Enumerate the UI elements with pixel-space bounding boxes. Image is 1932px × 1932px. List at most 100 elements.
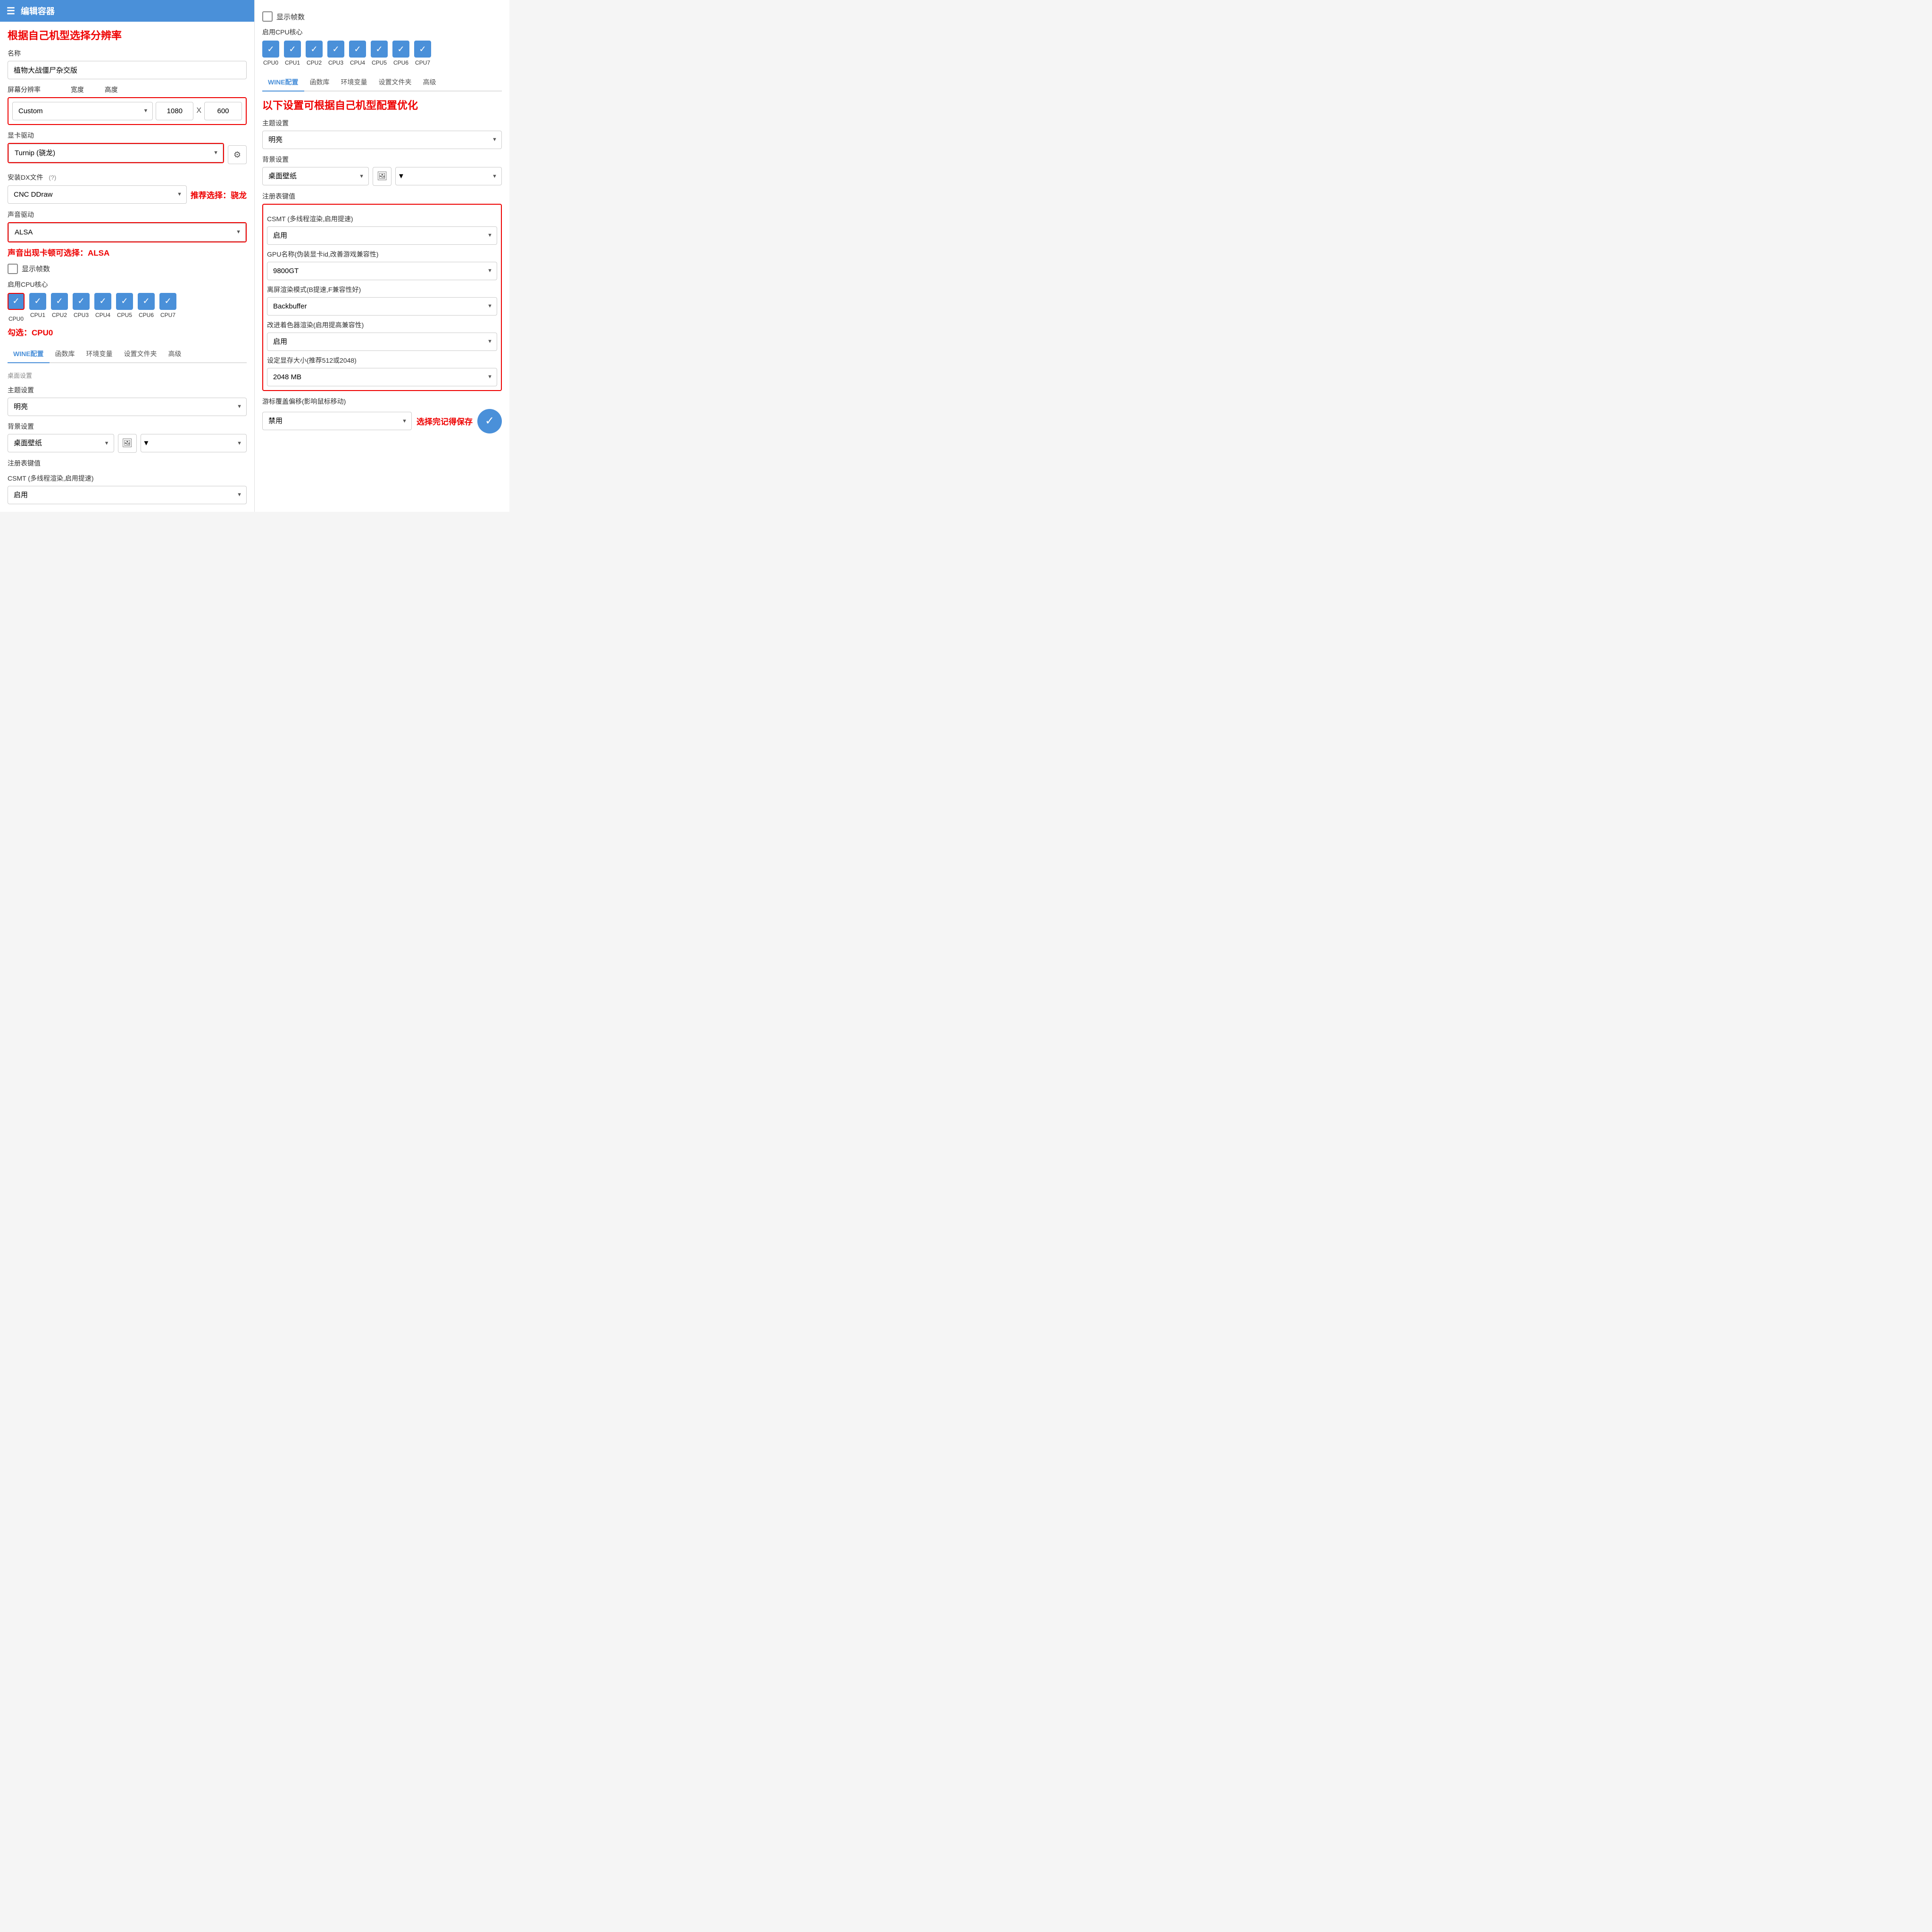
right-cpu-item-1: ✓ CPU1 (284, 41, 301, 66)
audio-label: 声音驱动 (8, 210, 247, 219)
right-tabs-row: WINE配置 函数库 环境变量 设置文件夹 高级 (262, 74, 502, 92)
width-input[interactable] (156, 102, 193, 120)
left-theme-select-wrapper: 明亮 暗黑 (8, 398, 247, 416)
right-cpu-item-3: ✓ CPU3 (327, 41, 344, 66)
cpu-item-6: ✓ CPU6 (138, 293, 155, 322)
right-shader-label: 改进着色器渲染(启用提高兼容性) (267, 320, 497, 330)
resolution-select-wrapper: Custom 1920x1080 1280x720 (12, 102, 153, 120)
show-fps-checkbox[interactable] (8, 264, 18, 274)
gpu-settings-button[interactable]: ⚙ (228, 145, 247, 164)
save-button[interactable]: ✓ (477, 409, 502, 433)
cpu1-checkbox[interactable]: ✓ (29, 293, 46, 310)
gpu-label: 显卡驱动 (8, 131, 247, 140)
right-cpu-item-0: ✓ CPU0 (262, 41, 279, 66)
cursor-annotation: 选择完记得保存 (416, 415, 473, 427)
cpu-label: 启用CPU核心 (8, 280, 247, 289)
right-cpu0-checkbox[interactable]: ✓ (262, 41, 279, 58)
tab-advanced-left[interactable]: 高级 (163, 345, 187, 363)
cpu2-checkbox[interactable]: ✓ (51, 293, 68, 310)
right-csmt-select[interactable]: 启用 禁用 (267, 226, 497, 245)
right-panel: 显示帧数 启用CPU核心 ✓ CPU0 ✓ CPU1 ✓ CPU2 ✓ CPU3… (255, 0, 509, 512)
right-bg-row: 桌面壁纸 🖼 ▼ (262, 167, 502, 186)
right-shader-select[interactable]: 启用 禁用 (267, 333, 497, 351)
cpu4-checkbox[interactable]: ✓ (94, 293, 111, 310)
cpu7-label: CPU7 (160, 312, 175, 318)
right-cursor-label: 游标覆盖偏移(影响鼠标移动) (262, 397, 502, 406)
cpu-item-7: ✓ CPU7 (159, 293, 176, 322)
name-input[interactable] (8, 61, 247, 79)
cpu2-label: CPU2 (52, 312, 67, 318)
cpu0-label: CPU0 (8, 316, 24, 322)
right-bg-select[interactable]: 桌面壁纸 (262, 167, 369, 185)
cpu-grid: ✓ CPU0 ✓ CPU1 ✓ CPU2 ✓ CPU3 ✓ CPU4 ✓ CPU… (8, 293, 247, 322)
left-bg-image-button[interactable]: 🖼 (118, 434, 137, 453)
right-cursor-select[interactable]: 禁用 启用 (262, 412, 412, 430)
right-bg-extra-select[interactable]: ▼ (395, 167, 502, 185)
tab-wine-config-left[interactable]: WINE配置 (8, 345, 50, 363)
right-vram-select[interactable]: 2048 MB 512 MB 1024 MB (267, 368, 497, 386)
right-offscreen-select-wrapper: Backbuffer FBO (267, 297, 497, 316)
cpu4-label: CPU4 (95, 312, 110, 318)
tab-advanced-right[interactable]: 高级 (417, 74, 442, 92)
name-label: 名称 (8, 49, 247, 58)
right-bg-image-button[interactable]: 🖼 (373, 167, 391, 186)
left-bg-extra-select[interactable]: ▼ (141, 434, 247, 452)
cpu3-checkbox[interactable]: ✓ (73, 293, 90, 310)
dx-select-wrapper: CNC DDraw D3D (8, 185, 187, 204)
right-cpu5-checkbox[interactable]: ✓ (371, 41, 388, 58)
height-input[interactable] (204, 102, 242, 120)
left-bg-extra-select-wrapper: ▼ (141, 434, 247, 452)
left-bg-label: 背景设置 (8, 422, 247, 431)
left-panel: ☰ 编辑容器 根据自己机型选择分辨率 名称 屏幕分辨率 宽度 高度 Custom… (0, 0, 255, 512)
right-cpu1-label: CPU1 (285, 59, 300, 66)
tab-folder-right[interactable]: 设置文件夹 (373, 74, 417, 92)
right-offscreen-label: 离屏渲染模式(B提速,F兼容性好) (267, 285, 497, 294)
left-theme-select[interactable]: 明亮 暗黑 (8, 398, 247, 416)
tab-wine-config-right[interactable]: WINE配置 (262, 74, 304, 92)
right-cpu4-checkbox[interactable]: ✓ (349, 41, 366, 58)
tab-functions-left[interactable]: 函数库 (50, 345, 81, 363)
x-separator: X (196, 107, 201, 115)
right-cpu7-checkbox[interactable]: ✓ (414, 41, 431, 58)
audio-select-wrapper: ALSA PulseAudio (8, 223, 246, 242)
right-cpu4-label: CPU4 (350, 59, 365, 66)
right-shader-select-wrapper: 启用 禁用 (267, 333, 497, 351)
left-csmt-select[interactable]: 启用 禁用 (8, 486, 247, 504)
cpu6-checkbox[interactable]: ✓ (138, 293, 155, 310)
cursor-row: 禁用 启用 选择完记得保存 ✓ (262, 409, 502, 433)
menu-icon[interactable]: ☰ (7, 5, 15, 17)
right-cpu2-checkbox[interactable]: ✓ (306, 41, 323, 58)
right-cpu3-checkbox[interactable]: ✓ (327, 41, 344, 58)
tab-functions-right[interactable]: 函数库 (304, 74, 335, 92)
gpu-select[interactable]: Turnip (骁龙) Virgl 软件渲染 (8, 144, 223, 162)
left-bg-row: 桌面壁纸 🖼 ▼ (8, 434, 247, 453)
left-bg-select[interactable]: 桌面壁纸 (8, 434, 114, 452)
gpu-row: Turnip (骁龙) Virgl 软件渲染 ⚙ (8, 143, 247, 167)
right-bg-select-wrapper: 桌面壁纸 (262, 167, 369, 185)
right-offscreen-select[interactable]: Backbuffer FBO (267, 297, 497, 316)
tab-folder-left[interactable]: 设置文件夹 (118, 345, 163, 363)
right-theme-select[interactable]: 明亮 暗黑 (262, 131, 502, 149)
left-csmt-label: CSMT (多线程渲染,启用提速) (8, 474, 247, 483)
audio-highlighted: ALSA PulseAudio (8, 222, 247, 242)
dx-select[interactable]: CNC DDraw D3D (8, 185, 187, 204)
cpu-item-5: ✓ CPU5 (116, 293, 133, 322)
right-cpu6-checkbox[interactable]: ✓ (392, 41, 409, 58)
right-cpu1-checkbox[interactable]: ✓ (284, 41, 301, 58)
wine-settings-box: CSMT (多线程渲染,启用提速) 启用 禁用 GPU名称(伪装显卡id,改善游… (262, 204, 502, 391)
audio-select[interactable]: ALSA PulseAudio (8, 223, 246, 242)
left-reg-label: 注册表键值 (8, 458, 247, 468)
tab-env-left[interactable]: 环境变量 (81, 345, 118, 363)
cpu5-checkbox[interactable]: ✓ (116, 293, 133, 310)
tab-env-right[interactable]: 环境变量 (335, 74, 373, 92)
cpu0-checkbox[interactable]: ✓ (8, 293, 25, 310)
right-vram-select-wrapper: 2048 MB 512 MB 1024 MB (267, 368, 497, 386)
save-icon: ✓ (485, 414, 494, 428)
resolution-select[interactable]: Custom 1920x1080 1280x720 (12, 102, 153, 120)
right-show-fps-checkbox[interactable] (262, 11, 273, 22)
cpu-item-3: ✓ CPU3 (73, 293, 90, 322)
right-gpu-name-select[interactable]: 9800GT GTX 750 RX 580 (267, 262, 497, 280)
cpu7-checkbox[interactable]: ✓ (159, 293, 176, 310)
right-gpu-name-label: GPU名称(伪装显卡id,改善游戏兼容性) (267, 250, 497, 259)
cpu3-label: CPU3 (74, 312, 89, 318)
